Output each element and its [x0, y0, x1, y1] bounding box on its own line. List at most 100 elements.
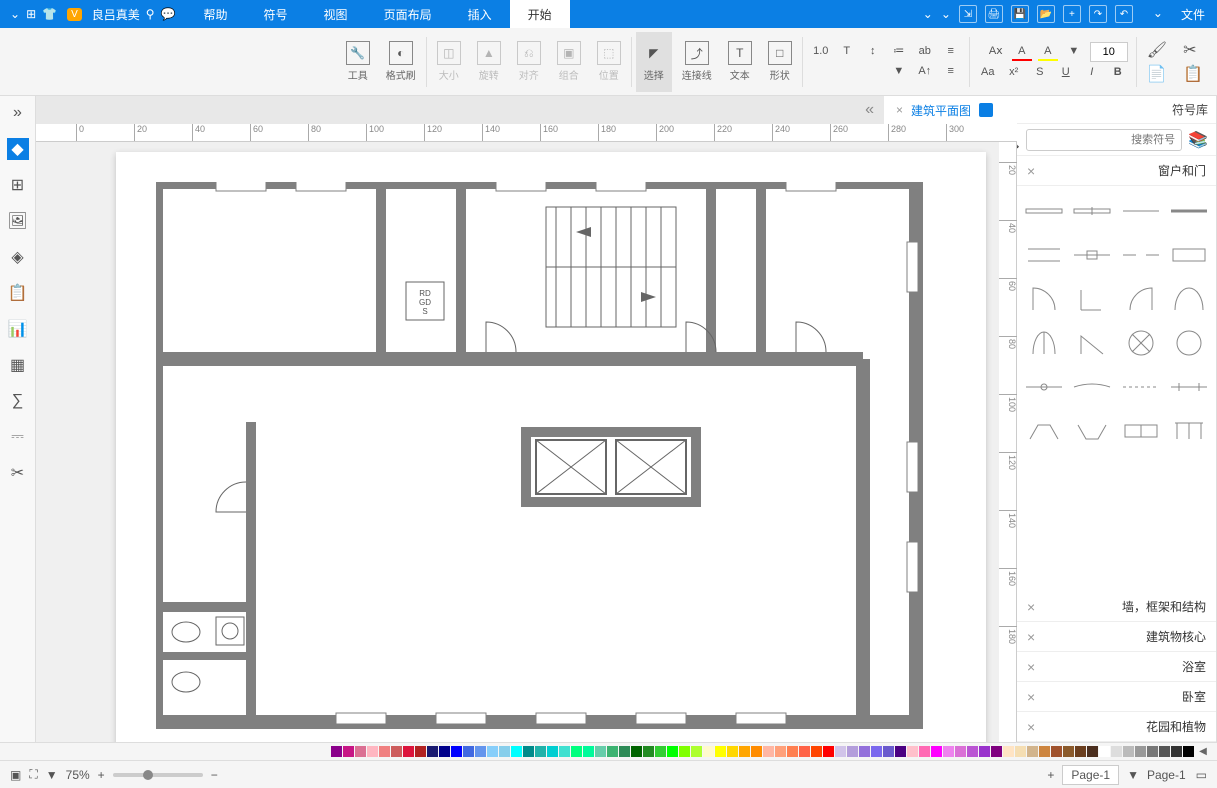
layout-icon[interactable]: ▭: [1196, 768, 1207, 782]
category-garden[interactable]: 花园和植物×: [1017, 712, 1216, 742]
color-swatch[interactable]: [763, 746, 774, 757]
color-swatch[interactable]: [547, 746, 558, 757]
color-swatch[interactable]: [1039, 746, 1050, 757]
zoom-out-icon[interactable]: −: [211, 768, 218, 782]
new-icon[interactable]: +: [1063, 5, 1081, 23]
color-swatch[interactable]: [1111, 746, 1122, 757]
symbol-item[interactable]: [1120, 412, 1162, 450]
color-swatch[interactable]: [991, 746, 1002, 757]
color-swatch[interactable]: [739, 746, 750, 757]
share-icon[interactable]: 💬: [161, 7, 176, 21]
color-swatch[interactable]: [487, 746, 498, 757]
library-icon[interactable]: 📚: [1188, 130, 1208, 150]
symbol-item[interactable]: [1168, 192, 1210, 230]
color-swatch[interactable]: [583, 746, 594, 757]
palette-chevron-icon[interactable]: ◀: [1195, 746, 1211, 757]
color-swatch[interactable]: [559, 746, 570, 757]
color-swatch[interactable]: [1099, 746, 1110, 757]
color-swatch[interactable]: [475, 746, 486, 757]
tools-button[interactable]: 🔧工具: [340, 32, 376, 92]
text-dir-icon[interactable]: ab: [915, 43, 935, 61]
symbol-item[interactable]: [1071, 368, 1113, 406]
color-swatch[interactable]: [847, 746, 858, 757]
case-icon[interactable]: Aa: [978, 64, 998, 82]
color-swatch[interactable]: [883, 746, 894, 757]
add-page-icon[interactable]: +: [1047, 768, 1054, 782]
color-swatch[interactable]: [331, 746, 342, 757]
page-dropdown-icon[interactable]: ▼: [1127, 768, 1139, 782]
category-core[interactable]: 建筑物核心×: [1017, 622, 1216, 652]
chevron-icon[interactable]: »: [7, 102, 29, 124]
color-swatch[interactable]: [1087, 746, 1098, 757]
symbol-item[interactable]: [1071, 236, 1113, 274]
clipboard-tool-icon[interactable]: 📋: [7, 282, 29, 304]
symbol-item[interactable]: [1023, 236, 1065, 274]
symbol-item[interactable]: [1168, 412, 1210, 450]
color-swatch[interactable]: [871, 746, 882, 757]
color-swatch[interactable]: [943, 746, 954, 757]
color-swatch[interactable]: [355, 746, 366, 757]
color-swatch[interactable]: [1135, 746, 1146, 757]
undo-icon[interactable]: ↶: [1115, 5, 1133, 23]
color-swatch[interactable]: [403, 746, 414, 757]
color-swatch[interactable]: [523, 746, 534, 757]
chevron-down-icon[interactable]: ⌄: [1153, 6, 1163, 23]
symbol-item[interactable]: [1071, 412, 1113, 450]
save-icon[interactable]: 💾: [1011, 5, 1029, 23]
category-walls[interactable]: 墙，框架和结构×: [1017, 592, 1216, 622]
color-swatch[interactable]: [691, 746, 702, 757]
chevron-icon[interactable]: ⌄: [941, 7, 951, 21]
color-swatch[interactable]: [1123, 746, 1134, 757]
symbol-item[interactable]: [1071, 280, 1113, 318]
strike-icon[interactable]: S: [1030, 64, 1050, 82]
align-h-icon[interactable]: ≡: [941, 43, 961, 61]
color-swatch[interactable]: [799, 746, 810, 757]
color-swatch[interactable]: [1159, 746, 1170, 757]
color-swatch[interactable]: [463, 746, 474, 757]
close-tab-icon[interactable]: ×: [896, 103, 903, 117]
page[interactable]: RD GD S: [116, 152, 986, 742]
chevron-icon[interactable]: ⌄: [10, 7, 20, 21]
color-swatch[interactable]: [439, 746, 450, 757]
color-swatch[interactable]: [1183, 746, 1194, 757]
layers-tool-icon[interactable]: ◈: [7, 246, 29, 268]
symbol-item[interactable]: [1120, 324, 1162, 362]
color-swatch[interactable]: [775, 746, 786, 757]
italic-icon[interactable]: I: [1082, 64, 1102, 82]
fullscreen-icon[interactable]: ▣: [10, 768, 21, 782]
color-swatch[interactable]: [343, 746, 354, 757]
color-swatch[interactable]: [979, 746, 990, 757]
menu-file[interactable]: 文件: [1181, 6, 1205, 23]
color-swatch[interactable]: [811, 746, 822, 757]
tab-start[interactable]: 开始: [510, 0, 570, 28]
color-swatch[interactable]: [751, 746, 762, 757]
color-swatch[interactable]: [499, 746, 510, 757]
color-swatch[interactable]: [655, 746, 666, 757]
chart-tool-icon[interactable]: 📊: [7, 318, 29, 340]
grid-icon[interactable]: ⊞: [26, 7, 36, 21]
clear-format-icon[interactable]: Aⅹ: [986, 43, 1006, 61]
tabs-chevron-icon[interactable]: «: [855, 101, 884, 119]
symbol-item[interactable]: [1071, 324, 1113, 362]
shirt-icon[interactable]: 👕: [42, 7, 57, 21]
tab-symbols[interactable]: 符号: [246, 0, 306, 28]
symbol-item[interactable]: [1168, 236, 1210, 274]
category-bath[interactable]: 浴室×: [1017, 652, 1216, 682]
color-swatch[interactable]: [595, 746, 606, 757]
superscript-icon[interactable]: x²: [1004, 64, 1024, 82]
color-swatch[interactable]: [955, 746, 966, 757]
collab-icon[interactable]: ⚲: [146, 7, 155, 21]
symbol-item[interactable]: [1120, 368, 1162, 406]
symbol-item[interactable]: [1023, 368, 1065, 406]
user-name[interactable]: 良吕真美: [92, 6, 140, 23]
rotate-button[interactable]: ▲旋转: [471, 32, 507, 92]
category-windows-doors[interactable]: 窗户和门×: [1017, 156, 1216, 186]
color-swatch[interactable]: [607, 746, 618, 757]
underline-icon[interactable]: U: [1056, 64, 1076, 82]
color-swatch[interactable]: [619, 746, 630, 757]
symbol-item[interactable]: [1023, 324, 1065, 362]
close-icon[interactable]: ×: [1027, 163, 1035, 179]
export-icon[interactable]: ⇲: [959, 5, 977, 23]
font-size-input[interactable]: [1090, 42, 1128, 62]
color-swatch[interactable]: [511, 746, 522, 757]
